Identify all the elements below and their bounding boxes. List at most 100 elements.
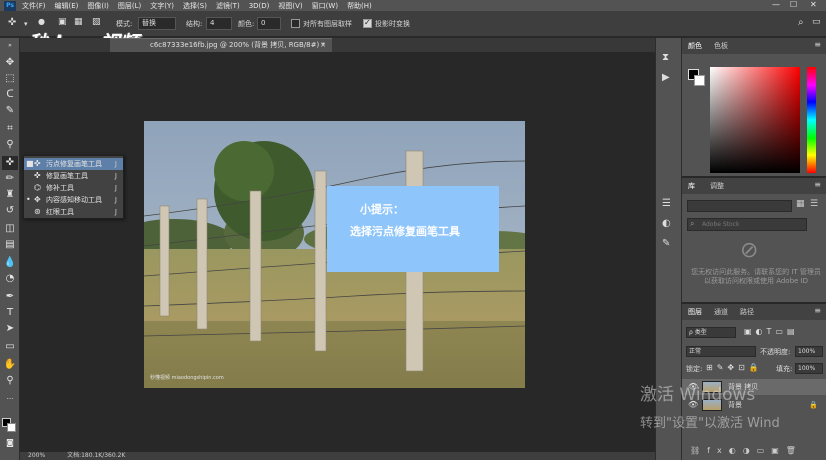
brush-settings-icon[interactable]: ▣ [58,17,67,27]
eyedropper-tool-icon[interactable]: ⚲ [2,138,18,152]
move-tool-icon[interactable]: ✥ [2,56,18,70]
menu-file[interactable]: 文件(F) [22,1,46,11]
eraser-tool-icon[interactable]: ◫ [2,222,18,236]
transform-checkbox[interactable] [363,18,372,28]
sample-icon[interactable]: ▧ [92,17,101,27]
quick-select-tool-icon[interactable]: ✎ [2,104,18,118]
clone-stamp-tool-icon[interactable]: ♜ [2,188,18,202]
gradient-tool-icon[interactable]: ▤ [2,238,18,252]
path-select-tool-icon[interactable]: ➤ [2,322,18,336]
layer-filter-icons[interactable]: ▣◐T▭▤ [744,327,799,336]
brush-size-icon[interactable]: ● [38,17,45,26]
menu-image[interactable]: 图像(I) [87,1,109,11]
history-brush-tool-icon[interactable]: ↺ [2,204,18,218]
maximize-button[interactable]: ☐ [790,0,797,9]
menu-select[interactable]: 选择(S) [183,1,207,11]
quick-mask-icon[interactable]: ◙ [2,436,18,450]
tab-adjustments[interactable]: 调整 [710,181,724,191]
layer-footer-icons[interactable]: ⛓fx◐◑▭▣🗑 [690,446,803,455]
lock-icons[interactable]: ⊞✎✥⊡🔒 [706,363,763,372]
tab-swatches[interactable]: 色板 [714,41,728,51]
tip-text: 选择污点修复画笔工具 [350,225,460,238]
document-tab[interactable]: c6c87333e16fb.jpg @ 200% (背景 拷贝, RGB/8#)… [110,38,332,52]
library-message: 您无权访问此服务。请联系您的 IT 管理员以获取访问权限或使用 Adobe ID [691,268,821,285]
history-icon[interactable]: ⧗ [662,52,669,63]
tab-channels[interactable]: 通道 [714,307,728,317]
chevron-down-icon[interactable]: ▾ [24,20,28,28]
hue-slider[interactable] [807,67,816,173]
fill-label: 填充: [776,365,793,373]
more-tools-icon[interactable]: ··· [2,392,18,406]
close-window-button[interactable]: ✕ [810,0,817,9]
red-eye-icon: ⊛ [34,207,41,216]
healing-brush-preset-icon[interactable]: ✜ [8,17,16,28]
doc-size: 文档:180.1K/360.2K [67,452,126,459]
flyout-item-healing-brush[interactable]: ✜ 修复画笔工具 J [24,170,123,182]
list-view-icon[interactable]: ☰ [810,199,818,209]
search-icon[interactable]: ⌕ [798,17,804,28]
color-label: 颜色: [238,20,255,28]
collapse-icon[interactable]: » [2,42,18,50]
layer-filter-select[interactable]: ρ 类型 [686,327,736,338]
opacity-input[interactable]: 100% [795,346,823,357]
document-tab-title: c6c87333e16fb.jpg @ 200% (背景 拷贝, RGB/8#)… [150,41,325,49]
brush-tool-icon[interactable]: ✏ [2,172,18,186]
tab-layers[interactable]: 图层 [688,307,702,317]
patch-tool-icon: ⌬ [34,183,41,192]
library-dropdown[interactable] [687,200,792,212]
opacity-label: 不透明度: [760,348,791,356]
tab-paths[interactable]: 路径 [740,307,754,317]
flyout-item-patch[interactable]: ⌬ 修补工具 J [24,182,123,194]
menu-window[interactable]: 窗口(W) [312,1,338,11]
windows-activation-subtitle: 转到"设置"以激活 Wind [640,416,780,431]
flyout-item-content-aware-move[interactable]: • ✥ 内容感知移动工具 J [24,194,123,206]
brush-preset-icon[interactable]: ✎ [662,238,670,249]
menu-layer[interactable]: 图层(L) [118,1,141,11]
tab-libraries[interactable]: 库 [688,181,695,191]
panel-menu-icon[interactable]: ≡ [814,180,821,189]
fill-input[interactable]: 100% [795,363,823,374]
color-select[interactable]: 0 [257,17,281,30]
flyout-item-red-eye[interactable]: ⊛ 红眼工具 J [24,206,123,218]
color-picker-field[interactable] [710,67,800,173]
tab-color[interactable]: 颜色 [688,41,702,51]
blend-mode-select[interactable]: 正常 [686,346,756,357]
healing-brush-tool-icon[interactable]: ✜ [2,156,18,170]
grid-view-icon[interactable]: ▦ [796,199,805,209]
menu-filter[interactable]: 滤镜(T) [216,1,240,11]
brush-panel-icon[interactable]: ▦ [74,17,83,27]
type-tool-icon[interactable]: T [2,306,18,320]
blur-tool-icon[interactable]: 💧 [2,256,18,270]
crop-tool-icon[interactable]: ⌗ [2,122,18,136]
tip-title: 小提示： [360,203,404,216]
panel-background-swatch[interactable] [694,75,705,86]
rectangle-tool-icon[interactable]: ▭ [2,340,18,354]
pen-tool-icon[interactable]: ✒ [2,290,18,304]
zoom-level[interactable]: 200% [28,452,45,459]
menu-edit[interactable]: 编辑(E) [55,1,79,11]
panel-menu-icon[interactable]: ≡ [814,306,821,315]
structure-select[interactable]: 4 [206,17,232,30]
adjustments-icon[interactable]: ◐ [662,218,671,229]
mode-select[interactable]: 替换 [138,17,176,30]
menu-help[interactable]: 帮助(H) [347,1,372,11]
close-tab-icon[interactable]: × [320,39,326,52]
menu-3d[interactable]: 3D(D) [249,2,270,10]
actions-icon[interactable]: ▶ [662,72,670,83]
flyout-item-spot-healing[interactable]: ■ ✜ 污点修复画笔工具 J [24,158,123,170]
workspace-icon[interactable]: ▭ [812,17,821,27]
background-color-swatch[interactable] [7,423,16,432]
panel-menu-icon[interactable]: ≡ [814,40,821,49]
hand-tool-icon[interactable]: ✋ [2,358,18,372]
minimize-button[interactable]: — [772,0,780,9]
dodge-tool-icon[interactable]: ◔ [2,272,18,286]
library-search-input[interactable]: Adobe Stock [687,218,807,231]
menu-view[interactable]: 视图(V) [278,1,302,11]
sample-all-layers-checkbox[interactable] [291,19,300,28]
flyout-shortcut: J [114,208,117,216]
lasso-tool-icon[interactable]: ᑕ [2,88,18,102]
zoom-tool-icon[interactable]: ⚲ [2,374,18,388]
properties-icon[interactable]: ☰ [662,198,671,209]
menu-type[interactable]: 文字(Y) [150,1,174,11]
marquee-tool-icon[interactable]: ⬚ [2,72,18,86]
